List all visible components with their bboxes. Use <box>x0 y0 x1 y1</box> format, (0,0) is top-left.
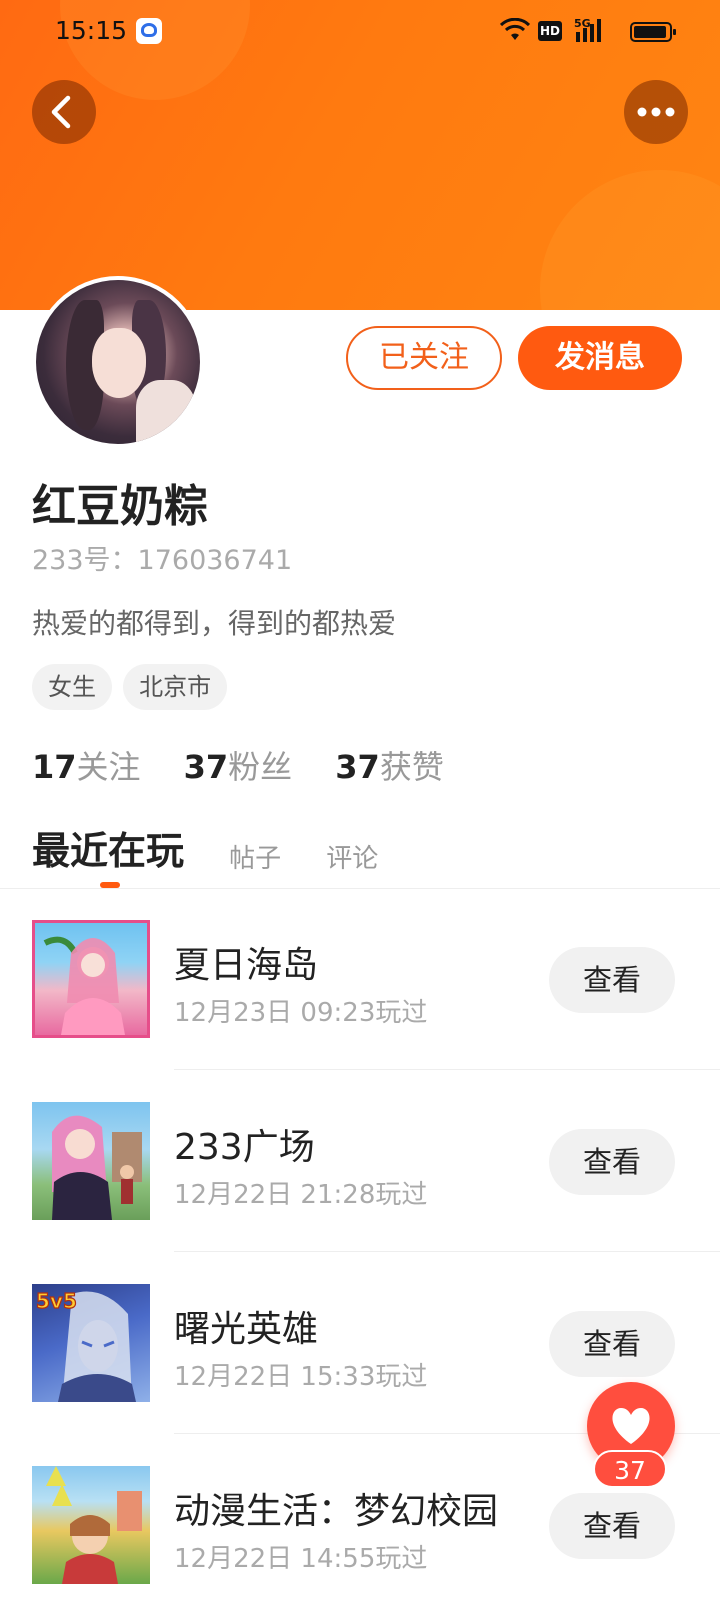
more-button[interactable] <box>624 80 688 144</box>
profile-tabs: 最近在玩 帖子 评论 <box>32 820 418 880</box>
stat-likes[interactable]: 37获赞 <box>335 742 444 788</box>
last-played-time: 12月23日 09:23玩过 <box>174 998 428 1028</box>
followed-button[interactable]: 已关注 <box>346 326 502 390</box>
game-thumbnail <box>32 1466 150 1584</box>
baidu-app-icon <box>136 18 162 44</box>
game-art <box>43 936 125 1035</box>
profile-tags: 女生 北京市 <box>32 664 233 710</box>
user-name: 红豆奶粽 <box>32 481 208 532</box>
network-type-label: 5G <box>574 17 591 30</box>
stat-followers-count: 37 <box>183 748 229 786</box>
decorative-circle <box>540 170 720 310</box>
tab-posts[interactable]: 帖子 <box>229 838 281 875</box>
avatar[interactable] <box>32 276 204 448</box>
view-button[interactable]: 查看 <box>549 1311 675 1377</box>
list-item[interactable]: 233广场 12月22日 21:28玩过 查看 <box>0 1070 720 1252</box>
list-item[interactable]: 夏日海岛 12月23日 09:23玩过 查看 <box>0 888 720 1070</box>
game-title: 233广场 <box>174 1127 315 1168</box>
game-art: 5v5 <box>35 1288 136 1402</box>
profile-stats: 17关注 37粉丝 37获赞 <box>32 742 482 786</box>
game-title: 动漫生活：梦幻校园 <box>174 1491 499 1532</box>
signal-5g-icon: 5G <box>574 17 601 42</box>
tab-recently-played[interactable]: 最近在玩 <box>32 820 184 875</box>
battery-icon <box>630 22 676 42</box>
send-message-button[interactable]: 发消息 <box>518 326 682 390</box>
game-thumbnail: 5v5 <box>32 1284 150 1402</box>
stat-followers-label: 粉丝 <box>228 748 293 786</box>
stat-following-label: 关注 <box>76 748 141 786</box>
last-played-time: 12月22日 21:28玩过 <box>174 1180 428 1210</box>
back-button[interactable] <box>32 80 96 144</box>
stat-followers[interactable]: 37粉丝 <box>184 742 293 788</box>
last-played-time: 12月22日 15:33玩过 <box>174 1362 428 1392</box>
like-count-badge: 37 <box>593 1450 667 1488</box>
view-button[interactable]: 查看 <box>549 947 675 1013</box>
last-played-time: 12月22日 14:55玩过 <box>174 1544 428 1574</box>
game-thumbnail <box>32 920 150 1038</box>
game-title: 夏日海岛 <box>174 945 319 986</box>
status-time: 15:15 <box>55 16 128 45</box>
user-bio: 热爱的都得到，得到的都热爱 <box>32 607 397 640</box>
stat-following-count: 17 <box>32 748 77 786</box>
game-art <box>52 1115 142 1220</box>
avatar-image <box>36 280 200 444</box>
status-bar: 15:15 HD 5G <box>0 0 720 62</box>
stat-following[interactable]: 17关注 <box>32 742 141 788</box>
tag-location: 北京市 <box>123 664 228 710</box>
view-button[interactable]: 查看 <box>549 1493 675 1559</box>
stat-likes-label: 获赞 <box>379 748 444 786</box>
game-art <box>46 1466 142 1584</box>
wifi-icon <box>500 18 530 40</box>
stat-likes-count: 37 <box>335 748 380 786</box>
hd-badge: HD <box>538 21 562 41</box>
more-horizontal-icon <box>637 107 675 117</box>
game-title: 曙光英雄 <box>174 1309 319 1350</box>
user-id: 233号：176036741 <box>32 545 293 576</box>
tag-gender: 女生 <box>32 664 112 710</box>
game-thumbnail <box>32 1102 150 1220</box>
heart-icon <box>612 1408 650 1444</box>
view-button[interactable]: 查看 <box>549 1129 675 1195</box>
tab-comments[interactable]: 评论 <box>326 838 378 875</box>
game-badge: 5v5 <box>36 1289 77 1313</box>
chevron-left-icon <box>51 95 71 129</box>
